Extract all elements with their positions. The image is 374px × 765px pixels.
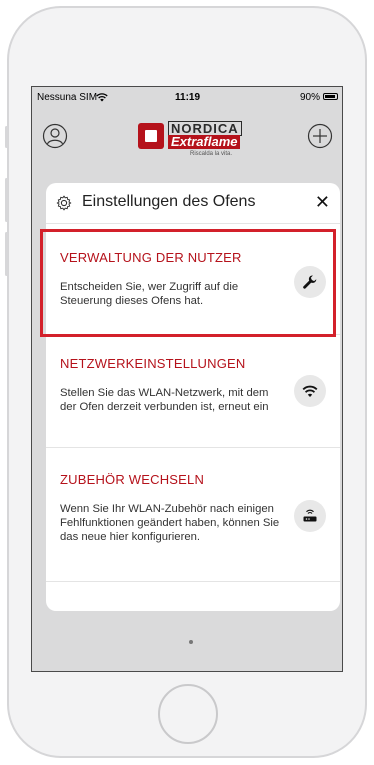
volume-up-button xyxy=(5,178,8,222)
status-bar: Nessuna SIM 11:19 90% xyxy=(32,87,342,109)
router-icon xyxy=(294,500,326,532)
status-time: 11:19 xyxy=(175,92,201,103)
settings-item-partial xyxy=(46,582,340,611)
gear-icon xyxy=(56,195,72,211)
mute-switch xyxy=(5,126,8,148)
battery-icon xyxy=(323,93,338,100)
wrench-icon xyxy=(294,266,326,298)
wifi-status-icon xyxy=(96,93,108,102)
modal-header: Einstellungen des Ofens ✕ xyxy=(46,183,340,224)
wifi-icon xyxy=(294,375,326,407)
app-screen: Nessuna SIM 11:19 90% NORDICA Extraflame… xyxy=(31,86,343,672)
item-title: ZUBEHÖR WECHSELN xyxy=(60,472,205,487)
item-title: NETZWERKEINSTELLUNGEN xyxy=(60,356,246,371)
item-description: Stellen Sie das WLAN-Netzwerk, mit dem d… xyxy=(60,387,269,413)
volume-down-button xyxy=(5,232,8,276)
item-title: VERWALTUNG DER NUTZER xyxy=(60,250,242,265)
brand-logo: NORDICA Extraflame Riscalda la vita. xyxy=(138,119,248,159)
logo-main-text: Extraflame xyxy=(168,135,241,149)
close-icon[interactable]: ✕ xyxy=(315,192,330,213)
page-indicator-dot xyxy=(189,640,193,644)
item-description: Entscheiden Sie, wer Zugriff auf die Ste… xyxy=(60,281,239,307)
settings-item-user-management[interactable]: VERWALTUNG DER NUTZER Entscheiden Sie, w… xyxy=(46,224,340,335)
logo-mark-icon xyxy=(138,123,164,149)
add-icon[interactable] xyxy=(307,123,333,149)
settings-item-network[interactable]: NETZWERKEINSTELLUNGEN Stellen Sie das WL… xyxy=(46,335,340,448)
home-button[interactable] xyxy=(158,684,218,744)
app-header: NORDICA Extraflame Riscalda la vita. xyxy=(32,109,342,165)
modal-title: Einstellungen des Ofens xyxy=(82,193,256,210)
logo-tagline: Riscalda la vita. xyxy=(190,151,233,157)
item-description: Wenn Sie Ihr WLAN-Zubehör nach einigen F… xyxy=(60,503,280,543)
settings-item-accessory[interactable]: ZUBEHÖR WECHSELN Wenn Sie Ihr WLAN-Zubeh… xyxy=(46,448,340,582)
battery-percent: 90% xyxy=(299,92,320,103)
settings-modal: Einstellungen des Ofens ✕ VERWALTUNG DER… xyxy=(46,183,340,611)
user-profile-icon[interactable] xyxy=(42,123,68,149)
carrier-label: Nessuna SIM xyxy=(37,92,98,103)
